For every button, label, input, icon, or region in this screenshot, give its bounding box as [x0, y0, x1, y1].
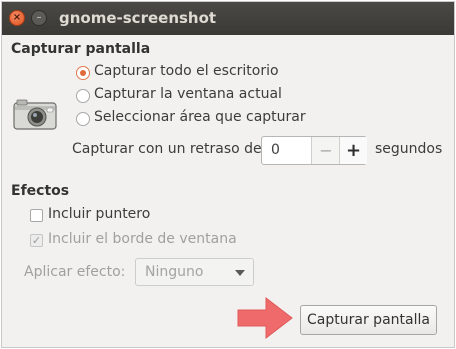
dropdown-arrow-icon [235, 270, 245, 276]
delay-value[interactable]: 0 [271, 137, 280, 164]
delay-unit-label: segundos [375, 141, 443, 157]
include-pointer-label[interactable]: Incluir puntero [48, 206, 150, 222]
decrement-button[interactable]: − [311, 137, 340, 164]
include-border-checkbox[interactable]: ✓ [30, 234, 43, 247]
title-bar: × – gnome-screenshot [2, 2, 454, 35]
close-icon[interactable]: × [9, 10, 25, 26]
pointer-arrow-icon [237, 296, 293, 340]
option-current-window-label[interactable]: Capturar la ventana actual [94, 86, 282, 102]
minimize-icon[interactable]: – [31, 10, 47, 26]
include-pointer-checkbox[interactable] [30, 209, 43, 222]
radio-whole-desktop[interactable] [76, 66, 90, 80]
effect-dropdown-value: Ninguno [145, 264, 204, 280]
delay-label: Capturar con un retraso de [72, 141, 262, 157]
capture-screen-button[interactable]: Capturar pantalla [300, 305, 437, 335]
delay-spinbutton[interactable]: 0 − + [261, 136, 367, 165]
capture-heading: Capturar pantalla [11, 41, 151, 57]
camera-icon [13, 99, 57, 130]
include-border-label: Incluir el borde de ventana [48, 231, 237, 247]
increment-button[interactable]: + [339, 137, 367, 164]
effect-dropdown[interactable]: Ninguno [135, 258, 254, 286]
window-title: gnome-screenshot [59, 9, 217, 27]
apply-effect-label: Aplicar efecto: [24, 264, 126, 280]
checkmark-icon: ✓ [31, 234, 42, 247]
radio-select-area[interactable] [76, 112, 90, 126]
effects-heading: Efectos [11, 183, 70, 199]
option-select-area-label[interactable]: Seleccionar área que capturar [94, 109, 306, 125]
radio-current-window[interactable] [76, 89, 90, 103]
option-whole-desktop-label[interactable]: Capturar todo el escritorio [94, 63, 279, 79]
